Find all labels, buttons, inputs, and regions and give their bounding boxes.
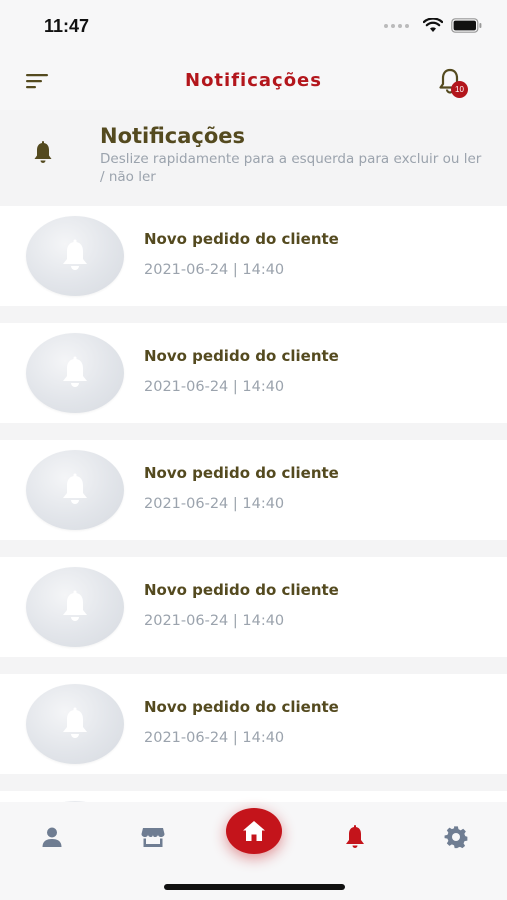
section-subtitle: Deslize rapidamente para a esquerda para… (100, 151, 482, 185)
section-header: Notificações Deslize rapidamente para a … (0, 110, 507, 206)
status-time: 11:47 (44, 16, 90, 36)
home-indicator (164, 884, 345, 890)
notification-date: 2021-06-24 | 14:40 (144, 262, 285, 278)
signal-icon (384, 23, 409, 28)
app-header: Notificações 10 (0, 52, 507, 110)
notification-list: Novo pedido do cliente 2021-06-24 | 14:4… (0, 206, 507, 900)
status-bar: 11:47 (0, 0, 507, 52)
notification-avatar (26, 684, 124, 764)
bell-icon (63, 473, 87, 504)
wifi-icon (423, 18, 443, 32)
tab-settings[interactable] (441, 822, 471, 852)
notification-item[interactable]: Novo pedido do cliente 2021-06-24 | 14:4… (0, 440, 507, 540)
bell-icon (63, 707, 87, 738)
notification-item[interactable]: Novo pedido do cliente 2021-06-24 | 14:4… (0, 557, 507, 657)
battery-icon (451, 18, 482, 33)
notification-title: Novo pedido do cliente (144, 581, 339, 599)
notification-date: 2021-06-24 | 14:40 (144, 730, 285, 746)
notification-badge: 10 (451, 81, 468, 98)
bell-icon (63, 356, 87, 387)
notification-avatar (26, 333, 124, 413)
notification-date: 2021-06-24 | 14:40 (144, 379, 285, 395)
status-icons (384, 18, 483, 33)
tab-home[interactable] (226, 808, 282, 854)
bell-icon (63, 239, 87, 270)
tab-profile[interactable] (37, 822, 67, 852)
bell-icon (63, 590, 87, 621)
gear-icon (444, 826, 468, 849)
tab-store[interactable] (138, 822, 168, 852)
notification-date: 2021-06-24 | 14:40 (144, 613, 285, 629)
section-title: Notificações (100, 124, 246, 148)
notification-title: Novo pedido do cliente (144, 698, 339, 716)
notification-title: Novo pedido do cliente (144, 230, 339, 248)
home-icon (243, 821, 265, 841)
notification-title: Novo pedido do cliente (144, 347, 339, 365)
notification-title: Novo pedido do cliente (144, 464, 339, 482)
page-title: Notificações (185, 70, 322, 91)
user-icon (42, 827, 62, 847)
notification-item[interactable]: Novo pedido do cliente 2021-06-24 | 14:4… (0, 674, 507, 774)
notification-avatar (26, 567, 124, 647)
bell-icon (346, 825, 364, 848)
notification-item[interactable]: Novo pedido do cliente 2021-06-24 | 14:4… (0, 323, 507, 423)
notification-avatar (26, 450, 124, 530)
notification-item[interactable]: Novo pedido do cliente 2021-06-24 | 14:4… (0, 206, 507, 306)
store-icon (141, 828, 165, 847)
notification-avatar (26, 216, 124, 296)
tab-notifications[interactable] (340, 822, 370, 852)
notification-date: 2021-06-24 | 14:40 (144, 496, 285, 512)
section-bell-icon (30, 140, 56, 166)
